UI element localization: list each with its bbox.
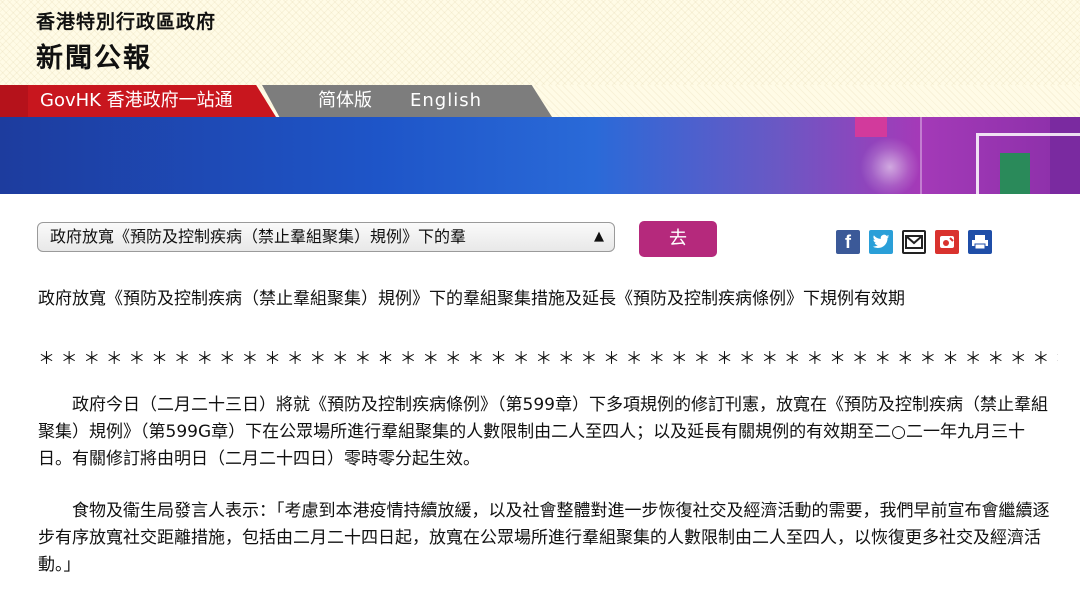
banner bbox=[0, 117, 1080, 194]
print-icon[interactable] bbox=[968, 230, 992, 254]
article-select-value: 政府放寬《預防及控制疾病（禁止羣組聚集）規例》下的羣 bbox=[50, 227, 467, 246]
english-link[interactable]: English bbox=[410, 85, 482, 117]
paragraph: 政府今日（二月二十三日）將就《預防及控制疾病條例》（第599章）下多項規例的修訂… bbox=[38, 395, 1048, 469]
paragraph: 食物及衞生局發言人表示：「考慮到本港疫情持續放緩，以及社會整體對進一步恢復社交及… bbox=[38, 501, 1050, 575]
twitter-icon[interactable] bbox=[869, 230, 893, 254]
simplified-chinese-link[interactable]: 简体版 bbox=[318, 85, 372, 117]
govhk-link[interactable]: GovHK 香港政府一站通 bbox=[28, 85, 276, 117]
gov-name: 香港特別行政區政府 bbox=[36, 11, 217, 33]
email-icon[interactable] bbox=[902, 230, 926, 254]
share-icons: f bbox=[836, 230, 992, 254]
nav-accent bbox=[0, 85, 28, 117]
nav-bar: GovHK 香港政府一站通 简体版 English bbox=[0, 85, 1080, 117]
weibo-icon[interactable] bbox=[935, 230, 959, 254]
facebook-icon[interactable]: f bbox=[836, 230, 860, 254]
press-release-title[interactable]: 新聞公報 bbox=[36, 36, 152, 75]
select-arrows-icon: ▲ bbox=[594, 229, 604, 244]
article-select[interactable]: 政府放寬《預防及控制疾病（禁止羣組聚集）規例》下的羣 ▲ bbox=[37, 222, 615, 252]
go-button[interactable]: 去 bbox=[639, 221, 717, 257]
separator-stars: ＊＊＊＊＊＊＊＊＊＊＊＊＊＊＊＊＊＊＊＊＊＊＊＊＊＊＊＊＊＊＊＊＊＊＊＊＊＊＊＊… bbox=[38, 349, 1058, 369]
article-title: 政府放寬《預防及控制疾病（禁止羣組聚集）規例》下的羣組聚集措施及延長《預防及控制… bbox=[38, 289, 905, 309]
site-header: 香港特別行政區政府 新聞公報 bbox=[0, 0, 1080, 85]
language-bar bbox=[262, 85, 552, 117]
